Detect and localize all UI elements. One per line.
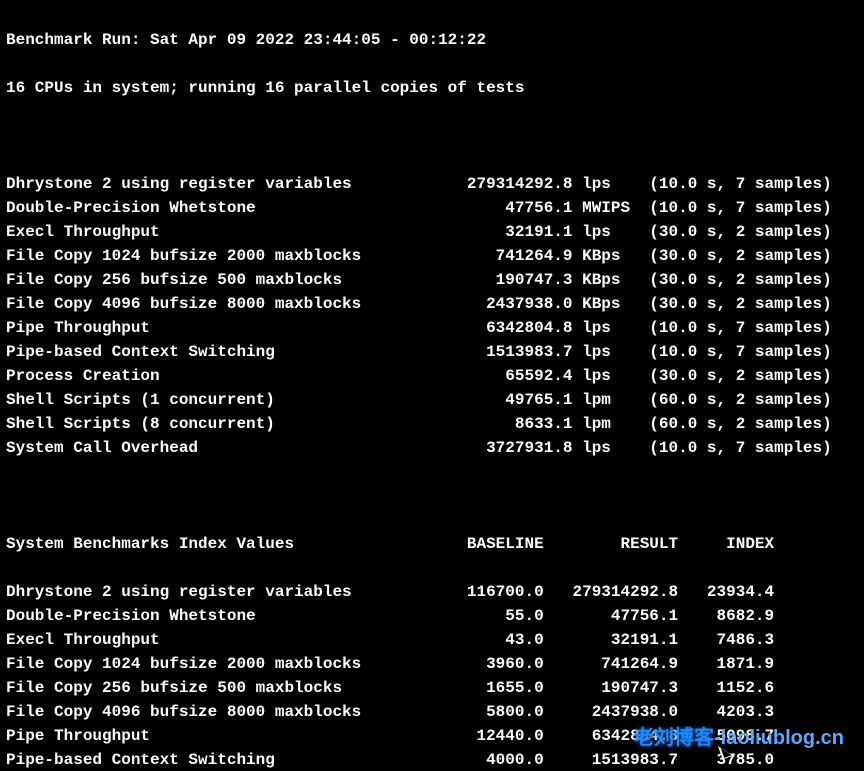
raw-result-row: File Copy 1024 bufsize 2000 maxblocks 74… [6, 244, 858, 268]
raw-result-row: Double-Precision Whetstone 47756.1 MWIPS… [6, 196, 858, 220]
raw-result-row: System Call Overhead 3727931.8 lps (10.0… [6, 436, 858, 460]
index-rows-block: Dhrystone 2 using register variables 116… [6, 580, 858, 771]
raw-result-row: Pipe-based Context Switching 1513983.7 l… [6, 340, 858, 364]
raw-result-row: Execl Throughput 32191.1 lps (30.0 s, 2 … [6, 220, 858, 244]
raw-result-row: Shell Scripts (8 concurrent) 8633.1 lpm … [6, 412, 858, 436]
benchmark-run-header: Benchmark Run: Sat Apr 09 2022 23:44:05 … [6, 28, 858, 52]
raw-result-row: Shell Scripts (1 concurrent) 49765.1 lpm… [6, 388, 858, 412]
index-row: Execl Throughput 43.0 32191.1 7486.3 [6, 628, 858, 652]
index-row: File Copy 4096 bufsize 8000 maxblocks 58… [6, 700, 858, 724]
raw-results-block: Dhrystone 2 using register variables 279… [6, 172, 858, 460]
raw-result-row: File Copy 256 bufsize 500 maxblocks 1907… [6, 268, 858, 292]
raw-result-row: Pipe Throughput 6342804.8 lps (10.0 s, 7… [6, 316, 858, 340]
raw-result-row: Process Creation 65592.4 lps (30.0 s, 2 … [6, 364, 858, 388]
index-header-row: System Benchmarks Index Values BASELINE … [6, 532, 858, 556]
index-row: File Copy 1024 bufsize 2000 maxblocks 39… [6, 652, 858, 676]
index-row: Double-Precision Whetstone 55.0 47756.1 … [6, 604, 858, 628]
index-row: Pipe-based Context Switching 4000.0 1513… [6, 748, 858, 771]
cpu-info-line: 16 CPUs in system; running 16 parallel c… [6, 76, 858, 100]
terminal-output: Benchmark Run: Sat Apr 09 2022 23:44:05 … [0, 0, 864, 771]
raw-result-row: File Copy 4096 bufsize 8000 maxblocks 24… [6, 292, 858, 316]
raw-result-row: Dhrystone 2 using register variables 279… [6, 172, 858, 196]
index-row: Dhrystone 2 using register variables 116… [6, 580, 858, 604]
index-row: File Copy 256 bufsize 500 maxblocks 1655… [6, 676, 858, 700]
blank-line [6, 484, 858, 508]
blank-line [6, 124, 858, 148]
index-row: Pipe Throughput 12440.0 6342804.8 5098.7 [6, 724, 858, 748]
